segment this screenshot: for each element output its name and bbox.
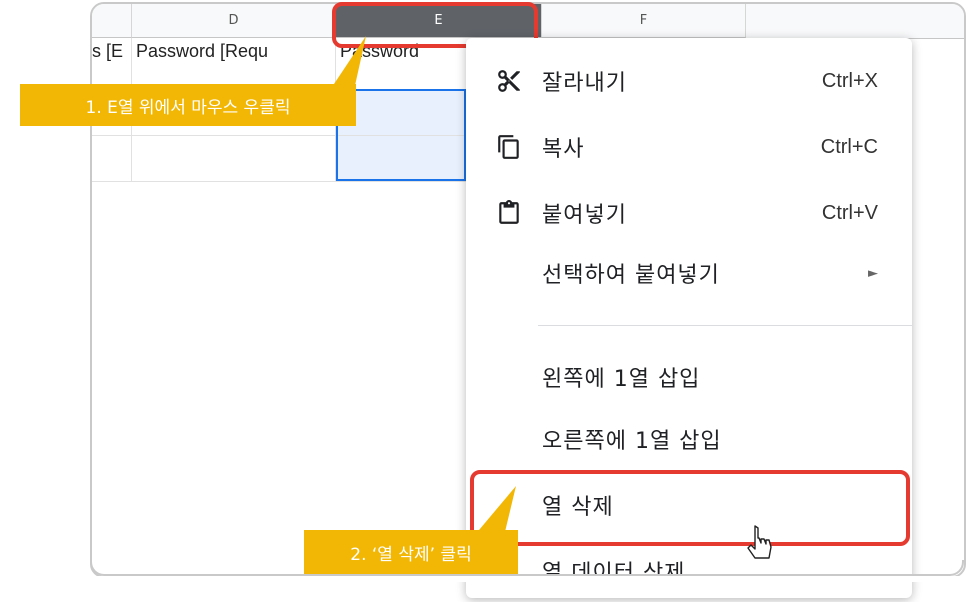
header-empty-area	[746, 4, 964, 39]
menu-label-paste-special: 선택하여 붙여넣기	[542, 263, 720, 288]
menu-label-cut: 잘라내기	[542, 71, 627, 96]
callout-step-1: 1. E열 위에서 마우스 우클릭	[20, 84, 356, 126]
cell-c1-text: s [E	[92, 41, 124, 61]
menu-shortcut-copy: Ctrl+C	[820, 135, 878, 158]
cell-c3[interactable]	[92, 136, 132, 182]
menu-item-clear-column[interactable]: 열 데이터 삭제	[466, 540, 912, 602]
callout-pointer-1	[330, 36, 366, 90]
cell-d1[interactable]: Password [Requ	[132, 38, 336, 90]
column-header-c[interactable]	[92, 4, 132, 38]
cell-c1[interactable]: s [E	[92, 38, 132, 90]
mouse-pointer-icon	[747, 525, 773, 569]
menu-shortcut-paste: Ctrl+V	[821, 201, 878, 224]
callout-step-2: 2. ‘열 삭제’ 클릭	[304, 530, 518, 574]
bottom-mask	[0, 576, 974, 582]
scissors-icon	[494, 66, 524, 96]
menu-item-cut[interactable]: 잘라내기 Ctrl+X	[466, 50, 912, 112]
submenu-arrow-icon: ►	[868, 265, 878, 281]
cell-d3[interactable]	[132, 136, 336, 182]
column-label-d: D	[228, 13, 239, 28]
clipboard-icon	[494, 198, 524, 228]
column-label-f: F	[639, 13, 648, 28]
menu-item-copy[interactable]: 복사 Ctrl+C	[466, 116, 912, 178]
column-header-d[interactable]: D	[132, 4, 336, 38]
callout-step-2-text: 2. ‘열 삭제’ 클릭	[350, 544, 472, 565]
menu-item-paste-special[interactable]: 선택하여 붙여넣기 ►	[466, 242, 912, 304]
column-header-f[interactable]: F	[542, 4, 746, 38]
callout-step-1-text: 1. E열 위에서 마우스 우클릭	[85, 97, 291, 118]
menu-item-insert-left[interactable]: 왼쪽에 1열 삽입	[466, 346, 912, 408]
menu-label-clear-column: 열 데이터 삭제	[542, 561, 686, 586]
menu-label-copy: 복사	[542, 137, 585, 162]
menu-label-paste: 붙여넣기	[542, 203, 627, 228]
menu-label-insert-left: 왼쪽에 1열 삽입	[542, 367, 701, 392]
callout-pointer-2	[474, 486, 516, 536]
menu-item-insert-right[interactable]: 오른쪽에 1열 삽입	[466, 408, 912, 470]
menu-separator	[538, 325, 912, 326]
menu-item-paste[interactable]: 붙여넣기 Ctrl+V	[466, 182, 912, 244]
delete-column-highlight	[470, 470, 910, 546]
cell-d1-text: Password [Requ	[136, 41, 269, 61]
copy-icon	[494, 132, 524, 162]
menu-shortcut-cut: Ctrl+X	[821, 69, 878, 92]
menu-label-insert-right: 오른쪽에 1열 삽입	[542, 429, 722, 454]
